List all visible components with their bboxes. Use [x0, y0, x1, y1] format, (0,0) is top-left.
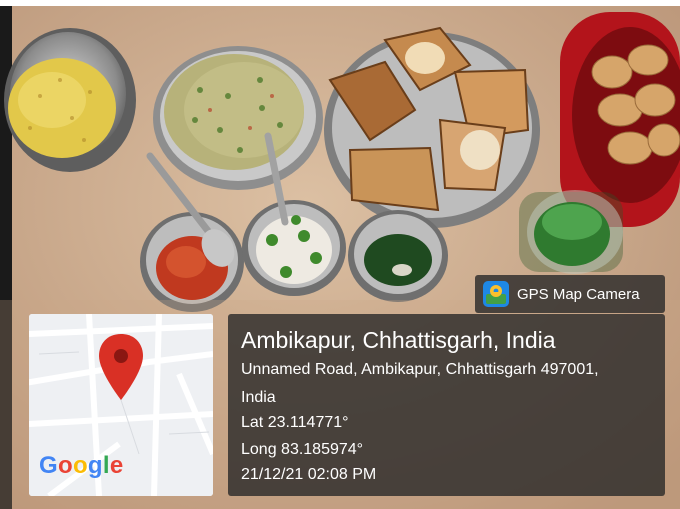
location-title: Ambikapur, Chhattisgarh, India [241, 327, 556, 353]
google-logo-letter: g [87, 452, 103, 479]
google-logo-letter: G [39, 452, 58, 479]
google-logo-letter: o [72, 452, 88, 479]
location-info-panel: Ambikapur, Chhattisgarh, India Unnamed R… [228, 314, 665, 496]
photo-stage: GPS Map Camera Google Ambikapur, Chhatti… [0, 0, 680, 509]
address-line-2: India [241, 389, 276, 406]
google-logo-letter: e [109, 452, 124, 479]
latitude-text: Lat 23.114771° [241, 414, 349, 431]
google-logo-letter: l [102, 452, 110, 479]
address-line-1: Unnamed Road, Ambikapur, Chhattisgarh 49… [241, 361, 599, 378]
map-thumbnail[interactable]: Google [29, 314, 213, 496]
datetime-text: 21/12/21 02:08 PM [241, 466, 377, 483]
gps-map-camera-badge: GPS Map Camera [475, 275, 665, 313]
longitude-text: Long 83.185974° [241, 441, 364, 458]
google-logo-letter: o [57, 452, 73, 479]
google-logo: Google [39, 452, 124, 480]
badge-label: GPS Map Camera [517, 285, 640, 303]
gps-map-camera-icon [483, 281, 509, 307]
